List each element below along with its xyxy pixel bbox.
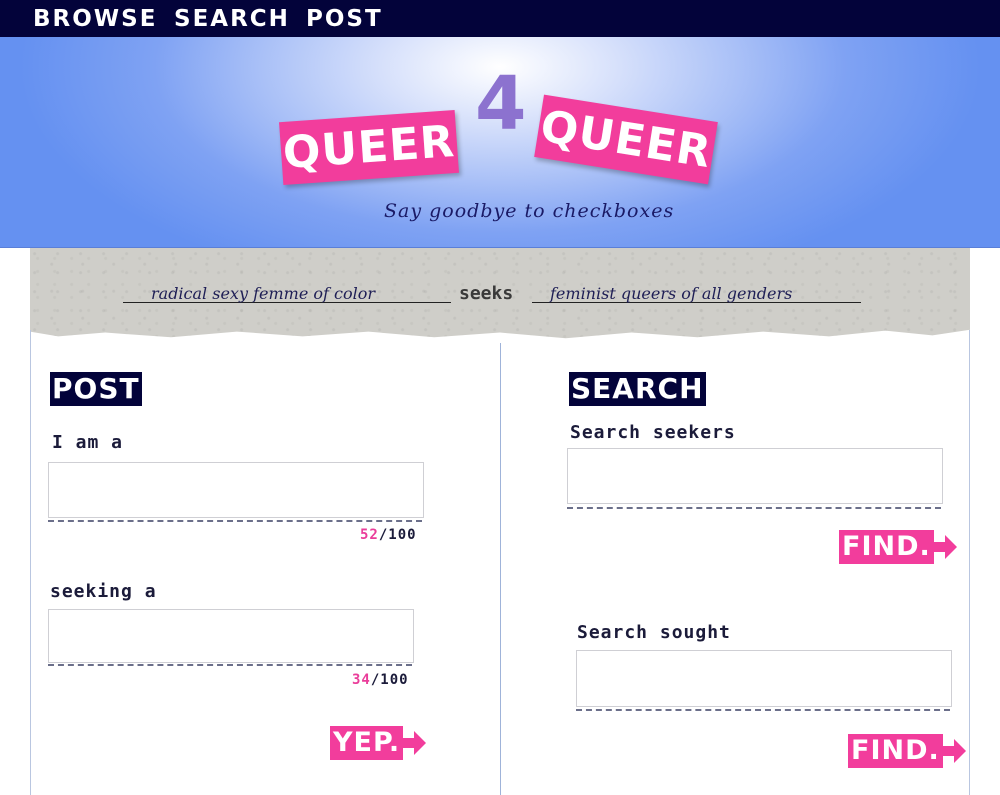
- logo-queer-right: QUEER: [534, 94, 718, 185]
- example-seeks-word: seeks: [459, 283, 514, 304]
- iam-char-max: /100: [378, 527, 417, 543]
- find-sought-button-label: FIND.: [848, 734, 943, 768]
- example-right-text: feminist queers of all genders: [532, 285, 861, 303]
- find-seekers-button[interactable]: FIND.: [839, 530, 958, 564]
- iam-underline: [48, 520, 422, 522]
- iam-label: I am a: [52, 432, 124, 453]
- top-nav: BROWSE SEARCH POST: [0, 0, 1000, 37]
- logo-queer-left: QUEER: [279, 109, 459, 186]
- iam-char-count: 52: [360, 527, 379, 543]
- seeking-label: seeking a: [50, 581, 157, 602]
- panel-divider: [500, 343, 501, 795]
- search-sought-input[interactable]: [576, 650, 952, 707]
- find-seekers-button-label: FIND.: [839, 530, 934, 564]
- example-left-text: radical sexy femme of color: [123, 285, 451, 303]
- search-seekers-underline: [567, 507, 941, 509]
- nav-post-link[interactable]: POST: [306, 6, 383, 32]
- seeking-char-max: /100: [370, 672, 409, 688]
- iam-char-counter: 52/100: [360, 527, 417, 543]
- search-sought-label: Search sought: [577, 622, 731, 643]
- search-sought-underline: [576, 709, 950, 711]
- search-seekers-label: Search seekers: [570, 422, 736, 443]
- seeking-char-counter: 34/100: [352, 672, 409, 688]
- search-seekers-input[interactable]: [567, 448, 943, 504]
- logo-four: 4: [475, 61, 527, 147]
- yep-submit-button[interactable]: YEP.: [330, 726, 427, 760]
- arrow-right-icon: [942, 739, 966, 763]
- post-section-title: POST: [50, 372, 142, 406]
- yep-button-label: YEP.: [330, 726, 404, 760]
- seeking-input[interactable]: [48, 609, 414, 663]
- header-banner: QUEER 4 QUEER Say goodbye to checkboxes: [0, 37, 1000, 248]
- tagline: Say goodbye to checkboxes: [384, 200, 675, 222]
- seeking-char-count: 34: [352, 672, 371, 688]
- find-sought-button[interactable]: FIND.: [848, 734, 967, 768]
- arrow-right-icon: [403, 731, 427, 755]
- search-section-title: SEARCH: [569, 372, 706, 406]
- arrow-right-icon: [933, 535, 957, 559]
- nav-search-link[interactable]: SEARCH: [174, 6, 290, 32]
- iam-input[interactable]: [48, 462, 424, 518]
- seeking-underline: [48, 664, 412, 666]
- nav-browse-link[interactable]: BROWSE: [33, 6, 157, 32]
